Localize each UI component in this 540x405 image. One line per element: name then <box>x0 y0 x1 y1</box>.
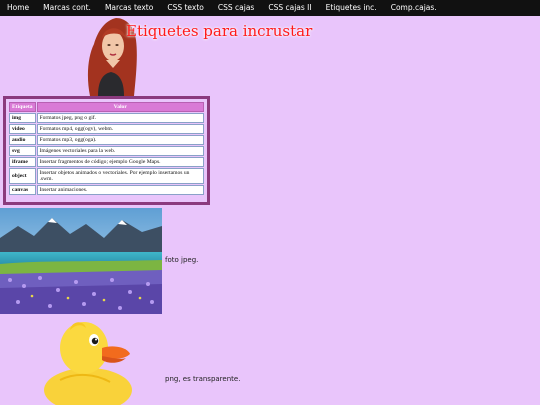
table-cell-value: Formatos mp3, ogg(oga). <box>36 135 204 145</box>
table-row: img Formatos jpeg, png o gif. <box>9 113 204 123</box>
table-cell-tag: iframe <box>9 157 36 167</box>
table-cell-tag: img <box>9 113 36 123</box>
nav-item-css-texto[interactable]: CSS texto <box>160 0 211 16</box>
column-header-valor: Valor <box>36 102 204 112</box>
table-cell-tag: canvas <box>9 185 36 195</box>
nav-item-marcas-texto[interactable]: Marcas texto <box>98 0 160 16</box>
nav-item-css-cajas-ii[interactable]: CSS cajas II <box>261 0 318 16</box>
table-cell-value: Imágenes vectoriales para la web. <box>36 146 204 156</box>
page-title: Etiquetes para incrustar <box>126 22 313 40</box>
table-cell-tag: svg <box>9 146 36 156</box>
table-cell-tag: video <box>9 124 36 134</box>
table-cell-tag: object <box>9 168 36 184</box>
table-row: iframe Insertar fragmentos de código; ej… <box>9 157 204 167</box>
nav-item-home[interactable]: Home <box>0 0 36 16</box>
top-navbar: Home Marcas cont. Marcas texto CSS texto… <box>0 0 540 16</box>
tags-table: Etiqueta Valor img Formatos jpeg, png o … <box>8 101 205 196</box>
nav-item-comp-cajas[interactable]: Comp.cajas. <box>384 0 444 16</box>
photo-caption: foto jpeg. <box>165 256 199 264</box>
landscape-photo <box>0 208 162 314</box>
nav-item-etiquetes-inc[interactable]: Etiquetes inc. <box>319 0 384 16</box>
nav-item-marcas-cont[interactable]: Marcas cont. <box>36 0 98 16</box>
table-row: audio Formatos mp3, ogg(oga). <box>9 135 204 145</box>
table-cell-tag: audio <box>9 135 36 145</box>
nav-item-css-cajas[interactable]: CSS cajas <box>211 0 261 16</box>
rubber-duck-image <box>44 322 132 405</box>
table-row: video Formatos mp4, ogg(ogv), webm. <box>9 124 204 134</box>
tags-table-frame: Etiqueta Valor img Formatos jpeg, png o … <box>3 96 210 205</box>
table-header-row: Etiqueta Valor <box>9 102 204 112</box>
table-cell-value: Insertar animaciones. <box>36 185 204 195</box>
table-row: svg Imágenes vectoriales para la web. <box>9 146 204 156</box>
table-cell-value: Formatos jpeg, png o gif. <box>36 113 204 123</box>
duck-caption: png, es transparente. <box>165 375 241 383</box>
table-cell-value: Formatos mp4, ogg(ogv), webm. <box>36 124 204 134</box>
table-cell-value: Insertar fragmentos de código; ejemplo G… <box>36 157 204 167</box>
column-header-etiqueta: Etiqueta <box>9 102 36 112</box>
table-row: object Insertar objetos animados o vecto… <box>9 168 204 184</box>
table-cell-value: Insertar objetos animados o vectoriales.… <box>36 168 204 184</box>
table-row: canvas Insertar animaciones. <box>9 185 204 195</box>
